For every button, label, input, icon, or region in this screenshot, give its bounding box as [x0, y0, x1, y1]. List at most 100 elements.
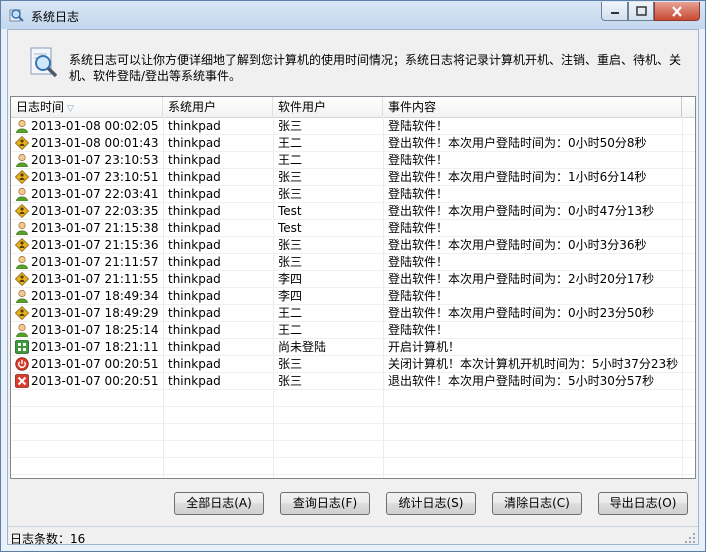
table-row[interactable]: 2013-01-07 23:10:51 thinkpad 张三 登出软件！本次用户登陆… [11, 169, 695, 186]
column-label: 系统用户 [168, 100, 217, 114]
logout-icon [15, 238, 29, 252]
column-header-system-user[interactable]: 系统用户 [163, 97, 273, 117]
cell-time: 2013-01-07 21:11:57 [31, 255, 159, 269]
table-header: 日志时间 ▽ 系统用户 软件用户 事件内容 [11, 97, 695, 118]
user-icon [16, 187, 28, 201]
logout-icon [15, 204, 29, 218]
cell-system-user: thinkpad [168, 153, 221, 167]
table-row[interactable]: 2013-01-07 18:25:14 thinkpad 王二 登陆软件！ [11, 322, 695, 339]
column-label: 软件用户 [278, 100, 327, 114]
table-row[interactable]: 2013-01-07 22:03:41 thinkpad 张三 登陆软件！ [11, 186, 695, 203]
grid-line [11, 389, 695, 390]
table-row[interactable]: 2013-01-07 18:49:34 thinkpad 李四 登陆软件！ [11, 288, 695, 305]
shutdown-icon [15, 357, 29, 371]
table-row[interactable]: 2013-01-08 00:01:43 thinkpad 王二 登出软件！本次用户登陆… [11, 135, 695, 152]
cell-event: 登出软件！本次用户登陆时间为：0小时3分36秒 [388, 238, 647, 252]
title-bar[interactable]: 系统日志 [1, 1, 705, 29]
table-row[interactable]: 2013-01-08 00:02:05 thinkpad 张三 登陆软件！ [11, 118, 695, 135]
window-title: 系统日志 [31, 10, 80, 24]
grid-line [11, 304, 695, 305]
table-row[interactable]: 2013-01-07 18:21:11 thinkpad 尚未登陆 开启计算机！ [11, 339, 695, 356]
grid-line [11, 168, 695, 169]
table-row[interactable]: 2013-01-07 21:15:36 thinkpad 张三 登出软件！本次用户登陆… [11, 237, 695, 254]
column-header-software-user[interactable]: 软件用户 [273, 97, 383, 117]
table-row[interactable]: 2013-01-07 18:49:29 thinkpad 王二 登出软件！本次用户登陆… [11, 305, 695, 322]
cell-event: 开启计算机！ [388, 340, 461, 354]
minimize-button[interactable] [601, 2, 628, 21]
close-button[interactable] [654, 2, 700, 21]
cell-event: 登陆软件！ [388, 289, 449, 303]
stats-logs-button[interactable]: 统计日志(S) [386, 492, 476, 515]
cell-system-user: thinkpad [168, 187, 221, 201]
info-panel: 系统日志可以让你方便详细地了解到您计算机的使用时间情况；系统日志将记录计算机开机… [10, 38, 696, 90]
export-logs-button[interactable]: 导出日志(O) [598, 492, 688, 515]
user-icon [16, 119, 28, 133]
log-count-value: 16 [70, 532, 86, 546]
grid-line [11, 474, 695, 475]
sort-indicator-icon: ▽ [67, 104, 74, 114]
cell-time: 2013-01-07 18:49:29 [31, 306, 159, 320]
cell-software-user: Test [278, 221, 302, 235]
logout-icon [15, 136, 29, 150]
table-row[interactable]: 2013-01-07 23:10:53 thinkpad 王二 登陆软件！ [11, 152, 695, 169]
cell-system-user: thinkpad [168, 323, 221, 337]
table-row[interactable]: 2013-01-07 21:11:57 thinkpad 张三 登陆软件！ [11, 254, 695, 271]
minimize-icon [610, 12, 619, 14]
column-header-time[interactable]: 日志时间 ▽ [11, 97, 163, 117]
table-row[interactable]: 2013-01-07 21:15:38 thinkpad Test 登陆软件！ [11, 220, 695, 237]
cell-software-user: 李四 [278, 289, 303, 303]
cell-event: 关闭计算机！本次计算机开机时间为：5小时37分23秒 [388, 357, 679, 371]
all-logs-button[interactable]: 全部日志(A) [174, 492, 264, 515]
user-icon [16, 221, 28, 235]
cell-event: 登出软件！本次用户登陆时间为：2小时20分17秒 [388, 272, 655, 286]
log-table[interactable]: 日志时间 ▽ 系统用户 软件用户 事件内容 2013-01-08 00:02:05… [10, 96, 696, 479]
table-row[interactable]: 2013-01-07 00:20:51 thinkpad 张三 关闭计算机！本次计算机… [11, 356, 695, 373]
column-header-event[interactable]: 事件内容 [383, 97, 682, 117]
cell-time: 2013-01-07 18:49:34 [31, 289, 159, 303]
header-filler [681, 97, 695, 117]
grid-line [11, 372, 695, 373]
cell-system-user: thinkpad [168, 238, 221, 252]
query-logs-button[interactable]: 查询日志(F) [280, 492, 370, 515]
grid-line [11, 202, 695, 203]
cell-software-user: Test [278, 204, 302, 218]
cell-system-user: thinkpad [168, 306, 221, 320]
clear-logs-button[interactable]: 清除日志(C) [492, 492, 582, 515]
cell-time: 2013-01-08 00:01:43 [31, 136, 159, 150]
cell-software-user: 王二 [278, 306, 303, 320]
user-icon [16, 289, 28, 303]
grid-line [11, 406, 695, 407]
cell-system-user: thinkpad [168, 255, 221, 269]
cell-system-user: thinkpad [168, 340, 221, 354]
cell-system-user: thinkpad [168, 357, 221, 371]
table-row[interactable]: 2013-01-07 21:11:55 thinkpad 李四 登出软件！本次用户登陆… [11, 271, 695, 288]
table-row[interactable]: 2013-01-07 22:03:35 thinkpad Test 登出软件！本次用户… [11, 203, 695, 220]
cell-software-user: 王二 [278, 323, 303, 337]
table-row[interactable]: 2013-01-07 00:20:51 thinkpad 张三 退出软件！本次用户登陆… [11, 373, 695, 390]
cell-software-user: 尚未登陆 [278, 340, 327, 354]
resize-grip-icon[interactable] [684, 532, 696, 544]
logout-icon [15, 306, 29, 320]
cell-system-user: thinkpad [168, 136, 221, 150]
cell-event: 登出软件！本次用户登陆时间为：0小时23分50秒 [388, 306, 655, 320]
cell-time: 2013-01-07 23:10:51 [31, 170, 159, 184]
cell-software-user: 张三 [278, 374, 303, 388]
grid-line [11, 253, 695, 254]
maximize-button[interactable] [628, 2, 654, 21]
power-on-icon [15, 340, 29, 354]
logout-icon [15, 170, 29, 184]
cell-time: 2013-01-07 18:25:14 [31, 323, 159, 337]
exit-icon [15, 374, 29, 388]
cell-event: 登陆软件！ [388, 255, 449, 269]
grid-line [11, 134, 695, 135]
system-log-window: 系统日志 系统日志可以让你方便详细地了解到您计算机的使用时间情况；系统日志将记录… [0, 0, 706, 552]
log-count: 日志条数：16 [10, 530, 85, 547]
close-icon [672, 5, 682, 17]
cell-time: 2013-01-07 21:15:38 [31, 221, 159, 235]
grid-line [11, 338, 695, 339]
cell-event: 登出软件！本次用户登陆时间为：0小时47分13秒 [388, 204, 655, 218]
cell-event: 登陆软件！ [388, 119, 449, 133]
cell-event: 登陆软件！ [388, 187, 449, 201]
cell-software-user: 王二 [278, 136, 303, 150]
cell-time: 2013-01-07 21:15:36 [31, 238, 159, 252]
